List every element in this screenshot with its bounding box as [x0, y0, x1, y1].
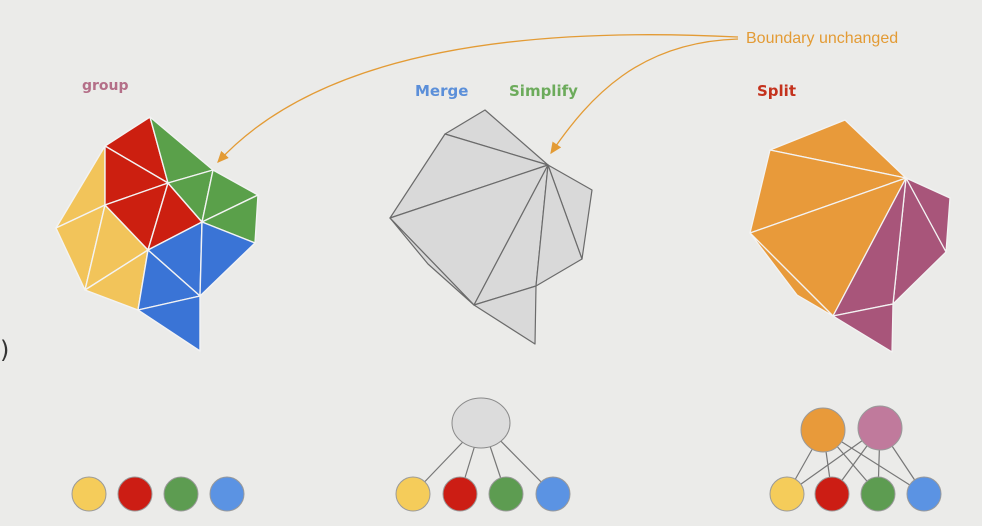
boundary-unchanged-label: Boundary unchanged	[746, 30, 899, 47]
group-label: group	[82, 78, 129, 94]
node-split-parent-pink	[857, 405, 903, 451]
arrow-to-merged-mesh	[550, 38, 739, 155]
split-label: Split	[757, 82, 796, 100]
node-blue	[906, 476, 942, 512]
merged-mesh	[389, 109, 593, 345]
node-red	[117, 476, 153, 512]
graph-nodes	[71, 397, 942, 512]
split-mesh	[749, 119, 951, 353]
node-merged-parent	[451, 397, 511, 449]
node-blue	[535, 476, 571, 512]
node-yellow	[769, 476, 805, 512]
node-red	[442, 476, 478, 512]
node-green	[860, 476, 896, 512]
node-split-parent-orange	[800, 407, 846, 453]
node-green	[488, 476, 524, 512]
node-blue	[209, 476, 245, 512]
node-green	[163, 476, 199, 512]
diagram-canvas	[55, 34, 951, 512]
node-red	[814, 476, 850, 512]
merge-label: Merge	[415, 82, 469, 100]
simplify-label: Simplify	[509, 82, 578, 100]
node-yellow	[71, 476, 107, 512]
left-edge-parenthesis: )	[0, 336, 10, 364]
node-yellow	[395, 476, 431, 512]
